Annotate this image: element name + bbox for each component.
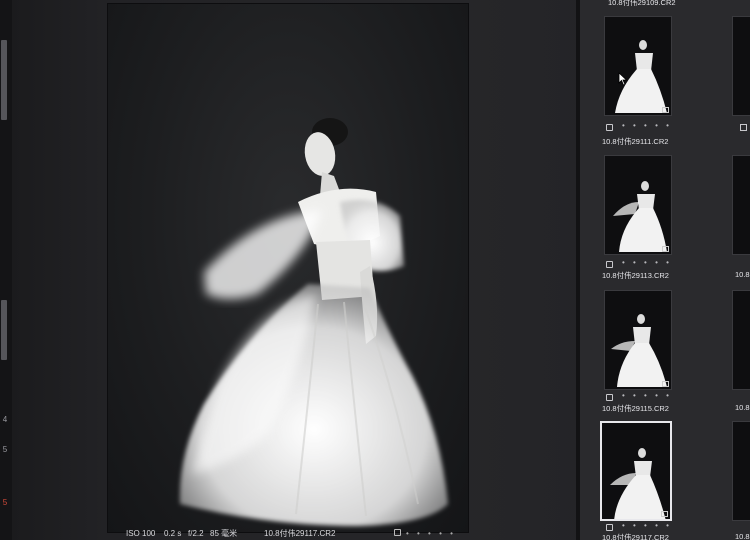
iso-readout: ISO 100: [126, 529, 156, 538]
thumb-filename: 10.8付伟29111.CR2: [602, 137, 669, 146]
filmstrip: 10.8付伟29109.CR2 • • • • • 10.8付伟29111.CR…: [580, 0, 750, 540]
thumb-photo: [613, 181, 667, 252]
select-checkbox[interactable]: [606, 524, 613, 531]
thumb-filename: 10.8付伟29109.CR2: [608, 0, 676, 7]
shutter-readout: 0.2 s: [164, 529, 182, 538]
thumbnail-partial[interactable]: [732, 421, 750, 521]
select-checkbox[interactable]: [606, 261, 613, 268]
thumb-meta: • • • • •: [604, 121, 684, 134]
focal-readout: 85 毫米: [210, 529, 238, 538]
edit-badge-icon: [661, 511, 668, 517]
thumb-filename: 10.8: [735, 532, 750, 540]
scroll-track[interactable]: [1, 40, 7, 120]
rating-dots[interactable]: • • • • •: [622, 521, 672, 530]
rating-dots[interactable]: • • • • •: [622, 121, 672, 130]
aperture-readout: f/2.2: [188, 529, 204, 538]
select-checkbox[interactable]: [394, 529, 401, 536]
tool-glyph[interactable]: 5: [0, 445, 10, 454]
thumbnail-partial[interactable]: [732, 16, 750, 116]
thumb-filename: 10.8付伟29115.CR2: [602, 404, 669, 413]
thumbnail-29113[interactable]: [604, 155, 672, 255]
tool-glyph[interactable]: 4: [0, 415, 10, 424]
thumbnail-29115[interactable]: [604, 290, 672, 390]
edit-badge-icon: [662, 107, 669, 113]
main-photo: [179, 118, 448, 526]
rating-dots[interactable]: • • • • •: [622, 391, 672, 400]
thumbnail-29111[interactable]: [604, 16, 672, 116]
mouse-cursor-icon: [618, 72, 628, 86]
left-tool-strip: 4 5 5: [0, 0, 12, 540]
photo-browser-app: 4 5 5 ISO 100 0.2 s f/2.2 85 毫米 10.8付伟29…: [0, 0, 750, 540]
tool-glyph-marked[interactable]: 5: [0, 498, 10, 507]
rating-dots[interactable]: • • • • •: [406, 527, 456, 540]
thumb-photo: [611, 314, 667, 387]
edit-badge-icon: [662, 246, 669, 252]
select-checkbox[interactable]: [606, 394, 613, 401]
image-viewer[interactable]: [108, 4, 468, 532]
thumb-filename: 10.8: [735, 403, 750, 412]
image-status-bar: ISO 100 0.2 s f/2.2 85 毫米 10.8付伟29117.CR…: [108, 527, 468, 540]
thumb-photo: [610, 448, 666, 519]
edit-badge-icon: [662, 381, 669, 387]
thumbnail-partial[interactable]: [732, 155, 750, 255]
thumb-filename: 10.8付伟29117.CR2: [602, 533, 669, 540]
select-checkbox[interactable]: [740, 124, 747, 131]
thumb-filename: 10.8付伟29113.CR2: [602, 271, 669, 280]
thumbnail-partial[interactable]: [732, 290, 750, 390]
scroll-thumb[interactable]: [1, 300, 7, 360]
thumb-filename: 10.8: [735, 270, 750, 279]
rating-dots[interactable]: • • • • •: [622, 258, 672, 267]
filename-readout: 10.8付伟29117.CR2: [264, 529, 336, 538]
select-checkbox[interactable]: [606, 124, 613, 131]
thumbnail-29117-selected[interactable]: [600, 421, 672, 521]
thumb-photo: [615, 40, 667, 113]
